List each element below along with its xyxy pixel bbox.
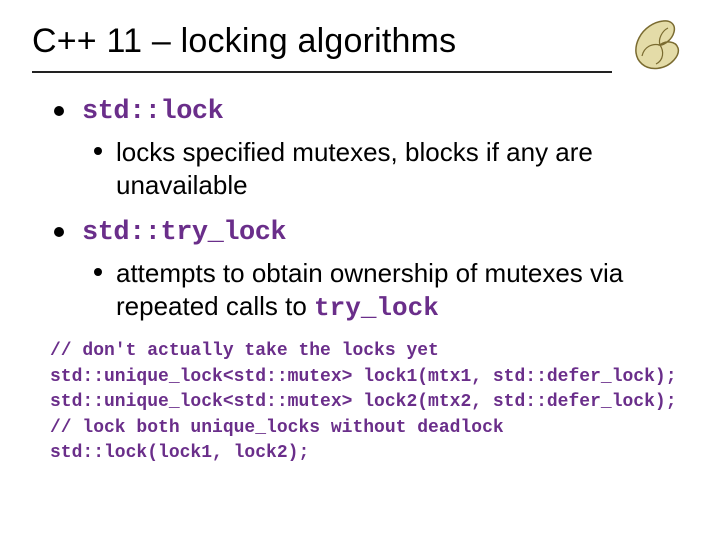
bullet-icon — [54, 227, 64, 237]
slide: C++ 11 – locking algorithms std::lock lo… — [0, 0, 720, 540]
body-text: locks specified mutexes, blocks if any a… — [116, 136, 688, 203]
list-item: std::lock locks specified mutexes, block… — [54, 95, 688, 202]
code-line: // don't actually take the locks yet — [50, 341, 439, 361]
title-underline — [32, 71, 612, 73]
content: std::lock locks specified mutexes, block… — [32, 95, 688, 467]
title-wrap: C++ 11 – locking algorithms — [32, 22, 688, 73]
bullet-icon — [54, 106, 64, 116]
bullet-icon — [94, 147, 102, 155]
inline-code: try_lock — [314, 293, 439, 323]
code-line: std::lock(lock1, lock2); — [50, 443, 309, 463]
slide-title: C++ 11 – locking algorithms — [32, 22, 688, 61]
code-heading: std::try_lock — [82, 216, 286, 251]
bullet-list: std::lock locks specified mutexes, block… — [54, 95, 688, 325]
list-subitem: locks specified mutexes, blocks if any a… — [94, 136, 688, 203]
bullet-icon — [94, 268, 102, 276]
code-line: // lock both unique_locks without deadlo… — [50, 418, 504, 438]
code-heading: std::lock — [82, 95, 223, 130]
code-line: std::unique_lock<std::mutex> lock1(mtx1,… — [50, 367, 677, 387]
body-text: attempts to obtain ownership of mutexes … — [116, 257, 688, 326]
code-line: std::unique_lock<std::mutex> lock2(mtx2,… — [50, 392, 677, 412]
list-item: std::try_lock attempts to obtain ownersh… — [54, 216, 688, 325]
list-subitem: attempts to obtain ownership of mutexes … — [94, 257, 688, 326]
code-block: // don't actually take the locks yet std… — [50, 339, 688, 467]
